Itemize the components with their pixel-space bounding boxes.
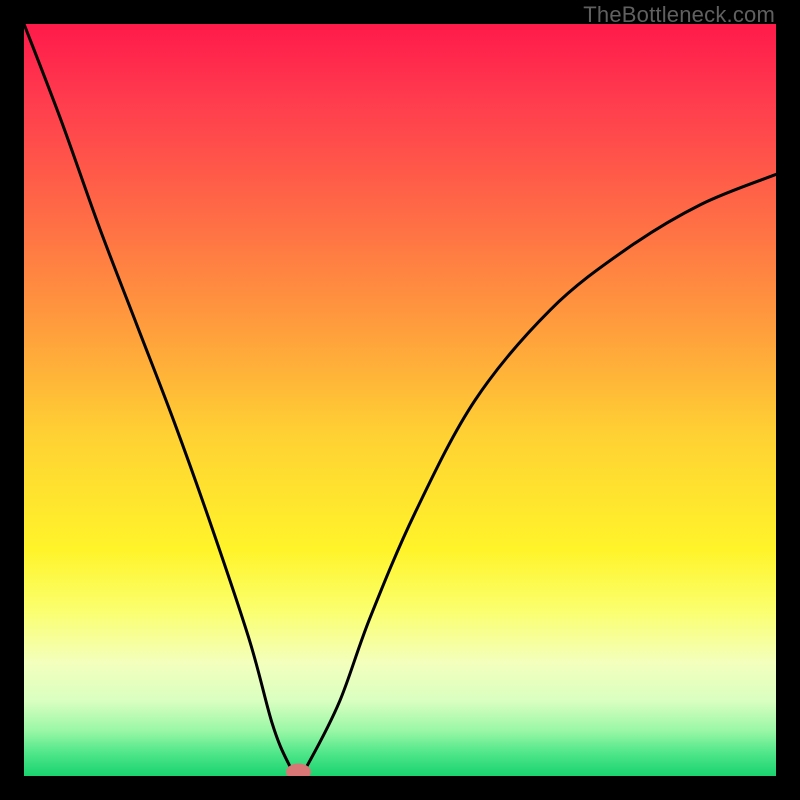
chart-frame (24, 24, 776, 776)
watermark-text: TheBottleneck.com (583, 2, 775, 28)
bottleneck-chart (24, 24, 776, 776)
gradient-background (24, 24, 776, 776)
optimum-marker (286, 764, 310, 776)
